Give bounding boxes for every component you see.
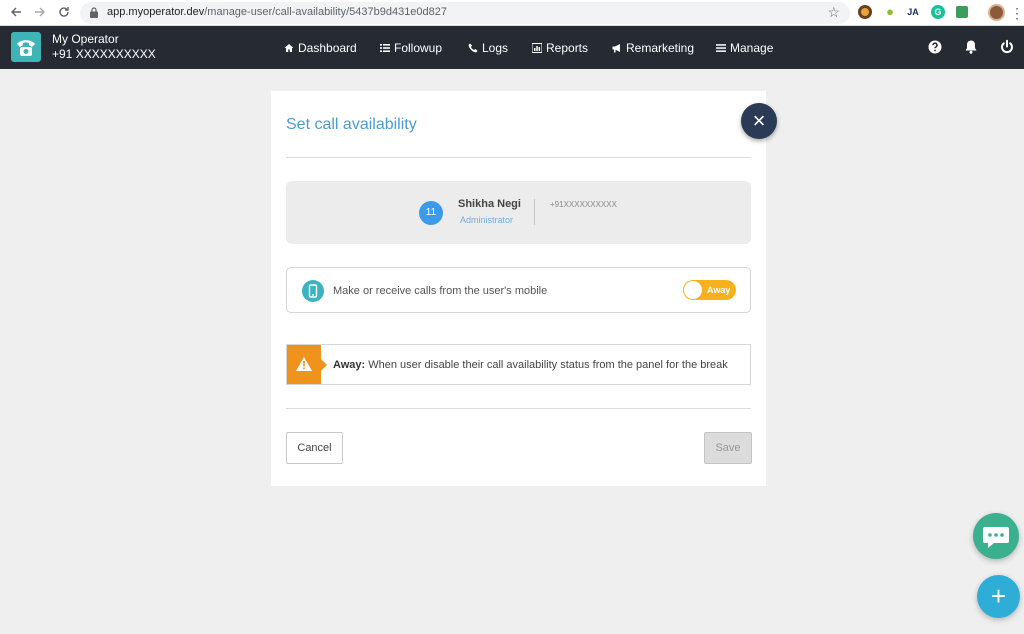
away-info-bold: Away: bbox=[333, 359, 366, 371]
url-host: app.myoperator.dev bbox=[107, 6, 205, 18]
power-icon[interactable] bbox=[999, 39, 1015, 55]
grammarly-icon[interactable]: G bbox=[931, 5, 945, 19]
phone-icon bbox=[468, 43, 478, 52]
title-divider bbox=[286, 157, 751, 158]
nav-logs-label: Logs bbox=[482, 40, 509, 55]
warning-icon bbox=[296, 357, 312, 371]
url-text: app.myoperator.dev/manage-user/call-avai… bbox=[107, 6, 447, 18]
nav-dashboard-label: Dashboard bbox=[298, 40, 357, 55]
bell-icon[interactable] bbox=[963, 39, 979, 55]
star-icon[interactable]: ☆ bbox=[827, 4, 840, 21]
nav-logs-wrap: Logs bbox=[468, 26, 508, 69]
nav-remarketing[interactable]: Remarketing bbox=[612, 41, 694, 55]
user-phone: +91XXXXXXXXXX bbox=[550, 200, 617, 209]
arrow-right-icon[interactable] bbox=[30, 3, 50, 23]
logo[interactable] bbox=[11, 32, 41, 62]
warning-icon-box bbox=[287, 345, 327, 384]
browser-menu-icon[interactable]: ⋮ bbox=[1010, 4, 1024, 22]
away-info-body: When user disable their call availabilit… bbox=[365, 359, 728, 371]
away-info-text: Away: When user disable their call avail… bbox=[333, 359, 728, 371]
nav-manage[interactable]: Manage bbox=[716, 41, 773, 55]
toggle-knob bbox=[684, 281, 702, 299]
nav-manage-label: Manage bbox=[730, 40, 774, 55]
user-card: 11 Shikha Negi Administrator +91XXXXXXXX… bbox=[286, 181, 751, 244]
bar-chart-icon bbox=[532, 42, 542, 53]
chrome-ext-icon[interactable] bbox=[858, 5, 872, 19]
arrow-left-icon[interactable] bbox=[6, 3, 26, 23]
phone-logo-icon bbox=[17, 40, 35, 56]
main-nav: Dashboard bbox=[284, 26, 357, 69]
nav-manage-wrap: Manage bbox=[716, 26, 773, 69]
nav-logs[interactable]: Logs bbox=[468, 41, 508, 55]
call-availability-modal: Set call availability × 11 Shikha Negi A… bbox=[271, 91, 777, 486]
home-icon bbox=[284, 43, 294, 52]
mobile-availability-row: Make or receive calls from the user's mo… bbox=[286, 267, 751, 313]
cancel-button[interactable]: Cancel bbox=[286, 432, 343, 464]
nav-followup-label: Followup bbox=[394, 40, 443, 55]
mobile-availability-label: Make or receive calls from the user's mo… bbox=[333, 285, 548, 297]
toggle-label: Away bbox=[707, 285, 731, 295]
profile-avatar[interactable] bbox=[988, 4, 1005, 21]
availability-toggle[interactable]: Away bbox=[683, 280, 736, 300]
chat-button[interactable] bbox=[973, 513, 1019, 559]
save-button[interactable]: Save bbox=[704, 432, 752, 464]
nav-reports-label: Reports bbox=[546, 40, 589, 55]
nav-remarketing-wrap: Remarketing bbox=[612, 26, 694, 69]
reload-icon[interactable] bbox=[54, 3, 74, 23]
user-name: Shikha Negi bbox=[458, 198, 521, 210]
close-button[interactable]: × bbox=[741, 103, 777, 139]
avatar: 11 bbox=[419, 201, 443, 225]
away-info-note: Away: When user disable their call avail… bbox=[286, 344, 751, 385]
nav-reports-wrap: Reports bbox=[532, 26, 588, 69]
brand-name: My Operator bbox=[52, 32, 119, 46]
brand-phone: +91 XXXXXXXXXX bbox=[52, 47, 156, 61]
help-icon[interactable] bbox=[927, 39, 943, 55]
nav-followup-wrap: Followup bbox=[380, 26, 442, 69]
browser-toolbar: app.myoperator.dev/manage-user/call-avai… bbox=[0, 0, 1024, 26]
chat-bubble-icon bbox=[983, 527, 1009, 548]
megaphone-icon bbox=[612, 43, 620, 52]
menu-icon bbox=[716, 43, 726, 52]
address-bar[interactable]: app.myoperator.dev/manage-user/call-avai… bbox=[80, 2, 850, 24]
add-button[interactable]: + bbox=[977, 575, 1020, 618]
list-icon bbox=[380, 43, 390, 52]
nav-reports[interactable]: Reports bbox=[532, 41, 588, 55]
user-role: Administrator bbox=[460, 215, 514, 225]
user-separator bbox=[534, 199, 535, 225]
nav-dashboard[interactable]: Dashboard bbox=[284, 41, 357, 55]
footer-divider bbox=[286, 408, 751, 409]
lock-icon bbox=[90, 7, 98, 18]
app-header: My Operator +91 XXXXXXXXXX Dashboard Fol… bbox=[0, 26, 1024, 69]
pen-ext-icon[interactable] bbox=[956, 6, 968, 18]
mobile-icon bbox=[302, 280, 324, 302]
url-path: /manage-user/call-availability/5437b9d43… bbox=[204, 6, 448, 18]
nav-followup[interactable]: Followup bbox=[380, 41, 442, 55]
ja-ext-icon[interactable]: JA bbox=[906, 5, 920, 19]
modal-title: Set call availability bbox=[286, 116, 417, 133]
bulb-icon[interactable]: ● bbox=[883, 5, 897, 19]
nav-remarketing-label: Remarketing bbox=[626, 40, 695, 55]
